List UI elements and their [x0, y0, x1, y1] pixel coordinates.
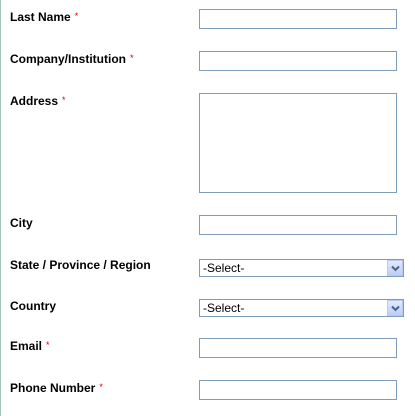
country-dropdown-button[interactable]	[387, 300, 403, 316]
phone-input[interactable]	[199, 380, 397, 400]
country-select[interactable]: -Select-	[199, 299, 404, 317]
city-input[interactable]	[199, 215, 397, 235]
state-dropdown-button[interactable]	[387, 260, 403, 276]
company-input[interactable]	[199, 51, 397, 71]
required-marker: *	[74, 11, 79, 21]
company-label-text: Company/Institution	[10, 52, 126, 66]
state-select[interactable]: -Select-	[199, 259, 404, 277]
city-label-text: City	[10, 216, 33, 230]
country-label-text: Country	[10, 299, 56, 313]
city-label: City	[10, 216, 33, 230]
state-selected-value: -Select-	[203, 261, 245, 275]
company-label: Company/Institution *	[10, 52, 134, 66]
email-label: Email *	[10, 339, 50, 353]
email-input[interactable]	[199, 338, 397, 358]
last-name-label: Last Name *	[10, 10, 78, 24]
country-selected-value: -Select-	[203, 301, 245, 315]
email-label-text: Email	[10, 339, 43, 353]
chevron-down-icon	[391, 265, 400, 272]
required-marker: *	[99, 382, 103, 392]
registration-form: Last Name * Company/Institution * Address *…	[0, 0, 415, 416]
last-name-input[interactable]	[199, 9, 397, 29]
address-label-text: Address	[10, 94, 59, 108]
last-name-label-text: Last Name	[10, 10, 71, 24]
address-label: Address *	[10, 94, 66, 108]
state-label-text: State / Province / Region	[10, 258, 151, 272]
address-textarea[interactable]	[199, 93, 397, 193]
chevron-down-icon	[391, 305, 400, 312]
left-border	[0, 0, 1, 416]
country-label: Country	[10, 299, 56, 313]
required-marker: *	[62, 95, 66, 105]
required-marker: *	[46, 340, 50, 350]
required-marker: *	[130, 53, 134, 63]
phone-label-text: Phone Number	[10, 381, 96, 395]
phone-label: Phone Number *	[10, 381, 103, 395]
state-label: State / Province / Region	[10, 258, 151, 272]
